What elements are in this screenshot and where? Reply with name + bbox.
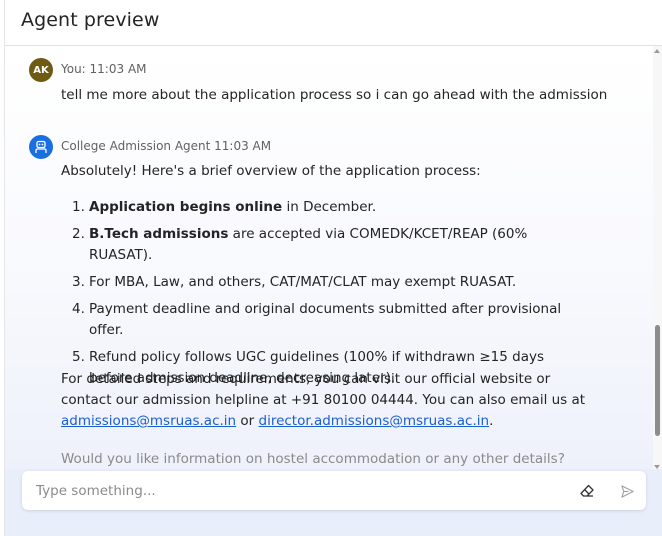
step-item: 2. B.Tech admissions are accepted via COM…: [61, 224, 581, 266]
step-text: in December.: [282, 199, 377, 215]
step-item: 3. For MBA, Law, and others, CAT/MAT/CLAT…: [61, 272, 581, 293]
user-message-text: tell me more about the application proce…: [61, 87, 608, 103]
step-item: 4. Payment deadline and original document…: [61, 299, 581, 341]
chat-scrollbar[interactable]: [653, 46, 662, 471]
clear-button[interactable]: [576, 480, 598, 502]
user-avatar: AK: [29, 58, 53, 82]
step-bold-text: Application begins online: [89, 199, 283, 215]
step-number: 1.: [72, 199, 85, 215]
agent-intro-text: Absolutely! Here's a brief overview of t…: [61, 163, 481, 179]
send-button[interactable]: [616, 480, 638, 502]
step-number: 2.: [72, 226, 85, 242]
scroll-up-arrow-icon[interactable]: [654, 49, 660, 53]
message-composer: [22, 471, 646, 510]
agent-preview-panel: Agent preview AK You: 11:03 AM tell me m…: [0, 0, 662, 536]
step-text: Payment deadline and original documents …: [89, 301, 562, 338]
user-message-meta: You: 11:03 AM: [61, 62, 147, 76]
email-link-admissions[interactable]: admissions@msruas.ac.in: [61, 413, 236, 429]
email-link-director[interactable]: director.admissions@msruas.ac.in: [259, 413, 490, 429]
eraser-icon: [580, 484, 594, 497]
send-icon: [620, 484, 634, 498]
agent-avatar: [29, 135, 53, 159]
step-number: 5.: [72, 349, 85, 365]
step-number: 4.: [72, 301, 85, 317]
bot-icon: [35, 140, 47, 153]
scroll-thumb[interactable]: [655, 325, 660, 436]
followup-question: Would you like information on hostel acc…: [61, 451, 565, 467]
step-number: 3.: [72, 274, 85, 290]
contact-or-text: or: [236, 413, 259, 429]
contact-text: For detailed steps and requirements, you…: [61, 371, 586, 408]
panel-header: Agent preview: [5, 0, 662, 46]
panel-title: Agent preview: [21, 9, 160, 31]
chat-transcript[interactable]: AK You: 11:03 AM tell me more about the …: [5, 47, 653, 469]
agent-message-meta: College Admission Agent 11:03 AM: [61, 139, 272, 153]
contact-paragraph: For detailed steps and requirements, you…: [61, 369, 601, 432]
message-input[interactable]: [36, 480, 556, 502]
step-text: For MBA, Law, and others, CAT/MAT/CLAT m…: [89, 274, 517, 290]
application-steps-list: 1. Application begins online in December.…: [61, 197, 581, 395]
contact-end-text: .: [489, 413, 494, 429]
step-bold-text: B.Tech admissions: [89, 226, 229, 242]
step-item: 1. Application begins online in December.: [61, 197, 581, 218]
